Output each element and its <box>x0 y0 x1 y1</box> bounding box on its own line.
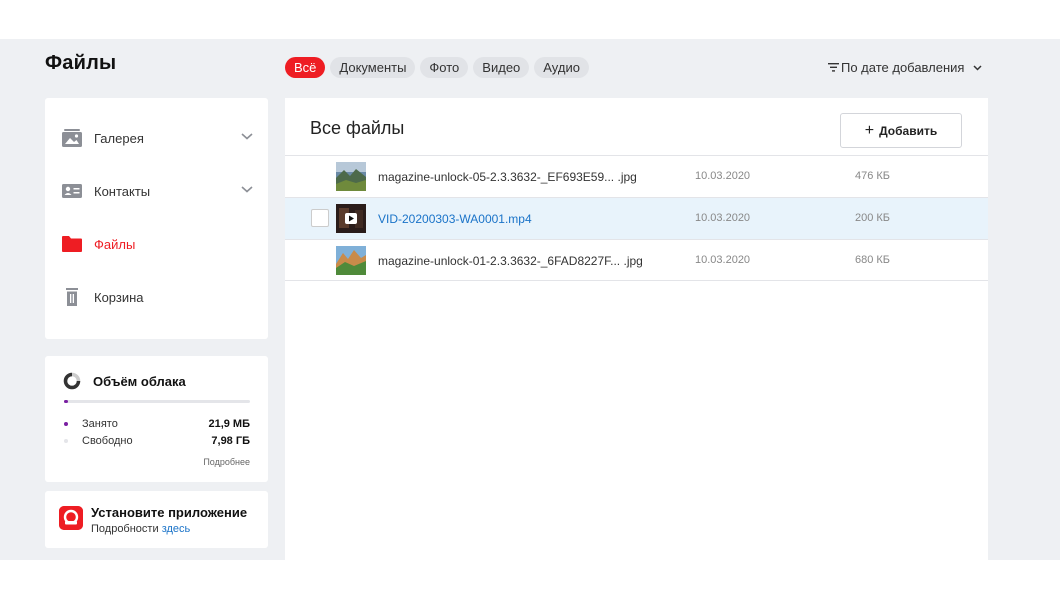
app-promo-subtitle: Подробности здесь <box>91 523 190 535</box>
sort-label: По дате добавления <box>841 60 965 75</box>
chevron-down-icon <box>973 64 982 71</box>
filter-documents[interactable]: Документы <box>330 57 416 78</box>
free-value: 7,98 ГБ <box>211 435 250 447</box>
folder-icon <box>62 236 82 252</box>
file-list: magazine-unlock-05-2.3.3632-_EF693E59...… <box>285 155 988 281</box>
file-date: 10.03.2020 <box>695 212 751 224</box>
storage-ring-icon <box>63 372 81 390</box>
sidebar-item-trash[interactable]: Корзина <box>45 282 268 312</box>
image-thumbnail <box>336 162 366 191</box>
row-checkbox[interactable] <box>311 209 329 227</box>
app-logo-icon <box>59 506 83 530</box>
file-row[interactable]: magazine-unlock-01-2.3.3632-_6FAD8227F..… <box>285 239 988 281</box>
chevron-down-icon[interactable] <box>241 131 253 141</box>
sidebar-item-label: Контакты <box>94 183 151 199</box>
app-container: Файлы Всё Документы Фото Видео Аудио По … <box>0 39 1060 560</box>
add-button[interactable]: + Добавить <box>840 113 962 148</box>
filter-audio[interactable]: Аудио <box>534 57 589 78</box>
page-title: Файлы <box>45 52 117 74</box>
app-promo-title: Установите приложение <box>91 505 248 520</box>
file-name: magazine-unlock-05-2.3.3632-_EF693E59...… <box>378 170 637 184</box>
file-date: 10.03.2020 <box>695 254 751 266</box>
file-list-panel: Все файлы + Добавить magazine-unlock-05-… <box>285 98 988 560</box>
storage-title: Объём облака <box>93 374 186 389</box>
sidebar-item-contacts[interactable]: Контакты <box>45 176 268 206</box>
sidebar-item-label: Галерея <box>94 130 144 146</box>
app-promo-card: Установите приложение Подробности здесь <box>45 491 268 548</box>
trash-icon <box>66 288 78 306</box>
video-thumbnail <box>336 204 366 233</box>
file-list-title: Все файлы <box>310 118 405 138</box>
sidebar-item-files[interactable]: Файлы <box>45 229 268 259</box>
file-name[interactable]: VID-20200303-WA0001.mp4 <box>378 212 532 226</box>
filter-all[interactable]: Всё <box>285 57 326 78</box>
file-size: 476 КБ <box>854 170 890 182</box>
sort-icon <box>828 63 839 72</box>
used-label: Занято <box>82 418 118 430</box>
free-dot <box>64 439 68 443</box>
storage-more-link[interactable]: Подробнее <box>203 457 250 467</box>
filter-video[interactable]: Видео <box>473 57 530 78</box>
file-date: 10.03.2020 <box>695 170 751 182</box>
contacts-icon <box>62 184 82 198</box>
used-dot <box>64 422 68 426</box>
storage-card: Объём облака Занято 21,9 МБ Свободно 7,9… <box>45 356 268 482</box>
storage-usage-bar <box>64 400 250 403</box>
file-size: 680 КБ <box>854 254 890 266</box>
file-row[interactable]: VID-20200303-WA0001.mp4 10.03.2020 200 К… <box>285 197 988 239</box>
sidebar-nav: Галерея Контакты Файлы Корзина <box>45 98 268 339</box>
gallery-icon <box>62 129 82 147</box>
sort-dropdown[interactable]: По дате добавления <box>828 60 982 75</box>
app-promo-link[interactable]: здесь <box>162 523 191 535</box>
add-button-label: Добавить <box>879 123 938 138</box>
filter-chips: Всё Документы Фото Видео Аудио <box>285 57 589 78</box>
plus-icon: + <box>864 121 875 139</box>
chevron-down-icon[interactable] <box>241 184 253 194</box>
file-size: 200 КБ <box>854 212 890 224</box>
image-thumbnail <box>336 246 366 275</box>
file-name: magazine-unlock-01-2.3.3632-_6FAD8227F..… <box>378 254 643 268</box>
storage-usage-fill <box>64 400 68 403</box>
filter-photo[interactable]: Фото <box>420 57 469 78</box>
sidebar-item-label: Файлы <box>94 236 136 252</box>
app-promo-text: Подробности <box>91 523 159 535</box>
free-label: Свободно <box>82 435 133 447</box>
sidebar-item-label: Корзина <box>94 289 144 305</box>
sidebar-item-gallery[interactable]: Галерея <box>45 123 268 153</box>
file-row[interactable]: magazine-unlock-05-2.3.3632-_EF693E59...… <box>285 155 988 197</box>
used-value: 21,9 МБ <box>208 418 250 430</box>
